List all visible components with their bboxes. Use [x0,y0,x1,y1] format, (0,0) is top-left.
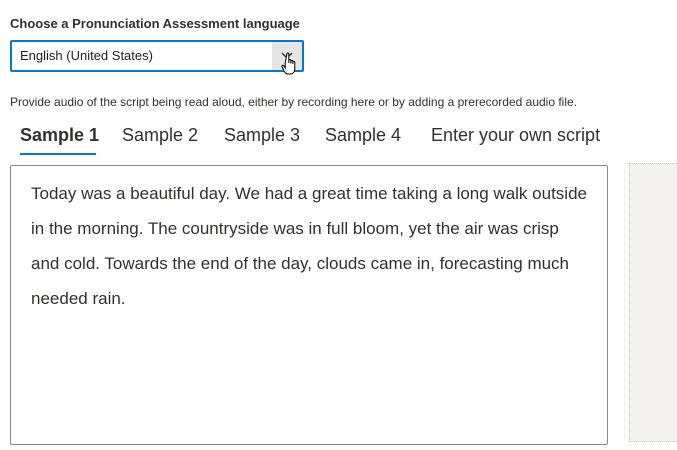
tab-sample-4[interactable]: Sample 4 [325,125,401,146]
script-text: Today was a beautiful day. We had a grea… [31,184,587,308]
recording-panel [629,163,677,442]
script-text-area[interactable]: Today was a beautiful day. We had a grea… [10,165,608,445]
hand-pointer-cursor-icon [281,52,296,75]
language-dropdown[interactable]: English (United States) [10,40,304,72]
tab-sample-2[interactable]: Sample 2 [122,125,198,146]
pronunciation-assessment-panel: Choose a Pronunciation Assessment langua… [0,0,677,450]
recording-instructions: Provide audio of the script being read a… [10,95,578,109]
tab-enter-own-script[interactable]: Enter your own script [431,125,600,146]
language-selected-value: English (United States) [20,48,153,63]
active-tab-indicator [20,153,96,155]
language-label: Choose a Pronunciation Assessment langua… [10,16,300,31]
tab-sample-1[interactable]: Sample 1 [20,125,99,146]
tab-sample-3[interactable]: Sample 3 [224,125,300,146]
